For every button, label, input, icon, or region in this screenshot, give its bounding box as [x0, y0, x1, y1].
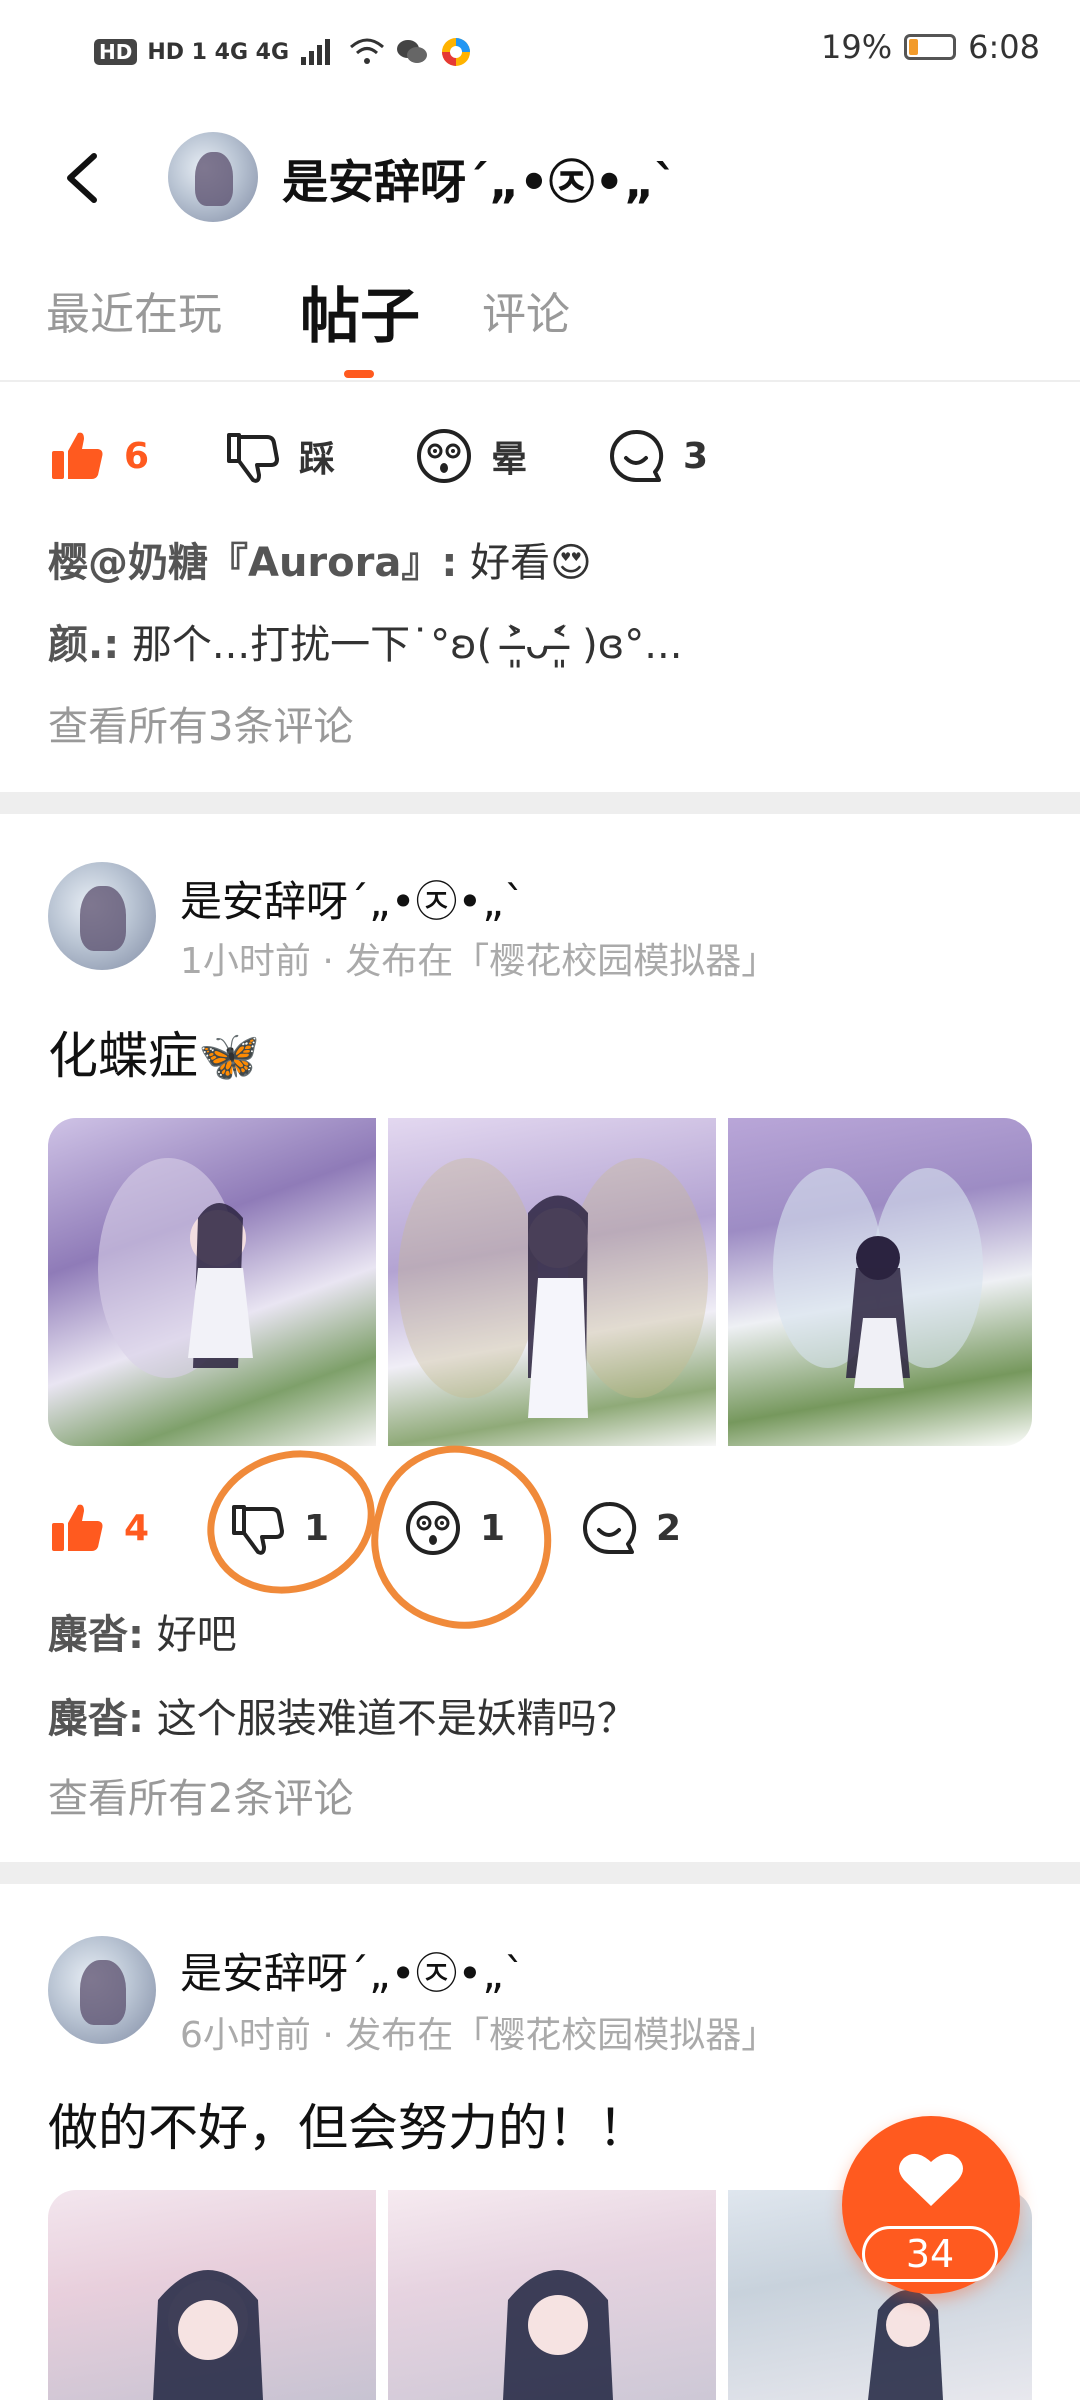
- comment-bubble-icon: [583, 1501, 637, 1554]
- signal-icon: [301, 39, 331, 65]
- heart-icon: [899, 2153, 963, 2206]
- image-figure: [773, 1168, 983, 1388]
- clock: 6:08: [968, 28, 1040, 66]
- comment-text: 好吧: [156, 1612, 237, 1658]
- post-meta: 6小时前 · 发布在「樱花校园模拟器」: [180, 2015, 778, 2056]
- like-button[interactable]: 4: [48, 1499, 228, 1557]
- post-meta: 1小时前 · 发布在「樱花校园模拟器」: [180, 941, 778, 982]
- comment-author: 颜.:: [48, 622, 120, 668]
- comment-author: 樱@奶糖『Aurora』:: [48, 540, 458, 586]
- comment-bubble-icon: [610, 429, 664, 482]
- comment-button[interactable]: 3: [607, 427, 757, 485]
- tab-comments[interactable]: 评论: [482, 278, 570, 342]
- annotation-circle: [188, 1429, 394, 1615]
- post-author-name[interactable]: 是安辞呀´„•㉨•„`: [180, 1940, 525, 2001]
- dizzy-label: 晕: [491, 439, 528, 480]
- like-count: 6: [124, 435, 150, 477]
- dislike-label: 踩: [299, 439, 336, 480]
- post-title[interactable]: 做的不好，但会努力的！！: [48, 2088, 648, 2160]
- floating-like-button[interactable]: 34: [842, 2116, 1020, 2294]
- tab-bar: 最近在玩 帖子 评论: [0, 250, 1080, 382]
- active-tab-indicator: [344, 370, 374, 378]
- thumbs-up-icon: [52, 1504, 103, 1551]
- like-button[interactable]: 6: [48, 427, 223, 485]
- image-figure: [98, 1158, 253, 1378]
- post0-actions: 6 踩 晕 3: [48, 416, 757, 496]
- dizzy-button[interactable]: 晕: [415, 427, 607, 485]
- tab-posts[interactable]: 帖子: [300, 268, 420, 355]
- post-author-avatar[interactable]: [48, 862, 156, 970]
- back-arrow-icon: [67, 153, 97, 203]
- wifi-icon: [350, 38, 385, 64]
- comment-text: 那个...打扰一下˙°ʚ( ˃̶͈̀ᴗ˂̶͈́ )ɞ°...: [131, 622, 683, 668]
- profile-avatar[interactable]: [168, 132, 258, 222]
- status-icons: HD HD 1 4G 4G: [94, 30, 473, 74]
- thumbs-down-icon: [227, 433, 279, 483]
- comment-count: 2: [656, 1507, 682, 1549]
- post-image[interactable]: [388, 1118, 716, 1446]
- post-title[interactable]: 化蝶症🦋: [48, 1016, 260, 1088]
- comment-text: 这个服装难道不是妖精吗？: [156, 1696, 637, 1742]
- app-icon: [442, 38, 471, 66]
- post-image[interactable]: [728, 1118, 1032, 1446]
- comment-count: 3: [683, 435, 709, 477]
- comment-line[interactable]: 麋沓: 好吧: [48, 1602, 237, 1660]
- comment-line[interactable]: 麋沓: 这个服装难道不是妖精吗？: [48, 1686, 637, 1744]
- comment-line[interactable]: 樱@奶糖『Aurora』: 好看😍: [48, 530, 592, 588]
- like-count: 4: [124, 1507, 150, 1549]
- floating-like-count: 34: [862, 2226, 998, 2282]
- tab-recent-play[interactable]: 最近在玩: [46, 278, 222, 342]
- comment-button[interactable]: 2: [580, 1499, 730, 1557]
- post-image[interactable]: [48, 1118, 376, 1446]
- comment-author: 麋沓:: [48, 1696, 144, 1742]
- status-right: 19% 6:08: [821, 28, 1040, 66]
- image-figure: [503, 2270, 613, 2400]
- post-divider: [0, 792, 1080, 814]
- battery-fill: [909, 39, 918, 55]
- view-all-comments-link[interactable]: 查看所有2条评论: [48, 1766, 353, 1824]
- post-image[interactable]: [388, 2190, 716, 2400]
- wechat-icon: [397, 40, 428, 63]
- dizzy-face-icon: [417, 429, 471, 483]
- dislike-button[interactable]: 踩: [223, 427, 415, 485]
- annotation-circle: [351, 1427, 573, 1649]
- thumbs-up-icon: [52, 432, 103, 479]
- network-text: HD 1 4G 4G: [147, 39, 290, 65]
- post-author-name[interactable]: 是安辞呀´„•㉨•„`: [180, 868, 525, 929]
- back-button[interactable]: [52, 138, 112, 218]
- battery-icon: [904, 34, 957, 60]
- profile-name: 是安辞呀´„•㉨•„`: [282, 155, 678, 209]
- post-author-avatar[interactable]: [48, 1936, 156, 2044]
- hd-icon: HD: [94, 39, 138, 65]
- comment-author: 麋沓:: [48, 1612, 144, 1658]
- status-bar: HD HD 1 4G 4G 19% 6:08: [0, 0, 1080, 104]
- battery-percent: 19%: [821, 28, 893, 66]
- image-figure: [153, 2270, 263, 2400]
- post-image[interactable]: [48, 2190, 376, 2400]
- comment-text: 好看😍: [470, 540, 592, 586]
- view-all-comments-link[interactable]: 查看所有3条评论: [48, 694, 353, 752]
- image-figure: [398, 1158, 708, 1418]
- comment-line[interactable]: 颜.: 那个...打扰一下˙°ʚ( ˃̶͈̀ᴗ˂̶͈́ )ɞ°...: [48, 612, 682, 670]
- post-divider: [0, 1862, 1080, 1884]
